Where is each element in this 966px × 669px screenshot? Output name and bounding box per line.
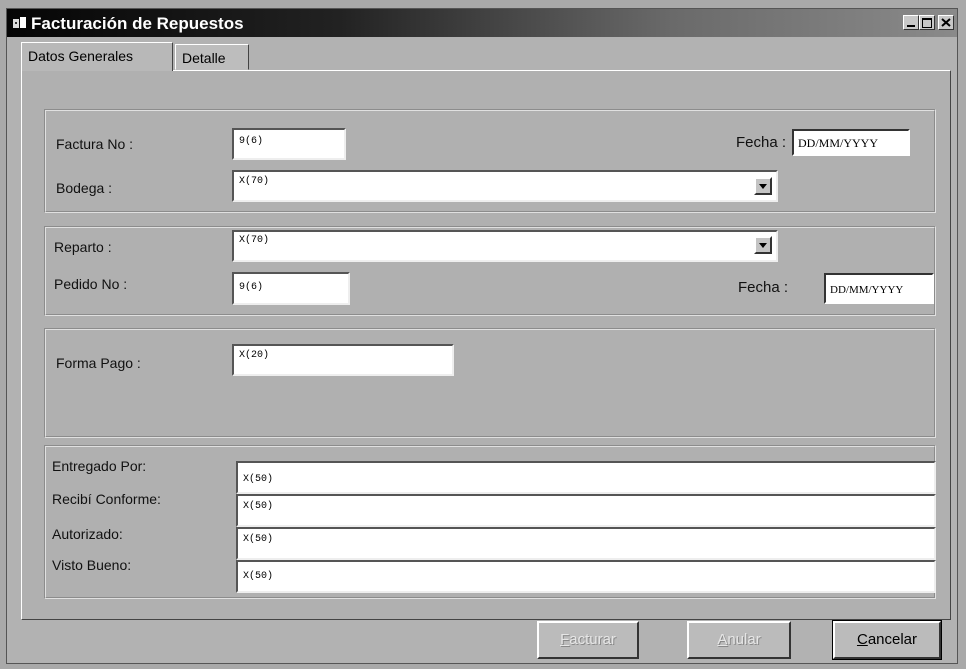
- pedido-field[interactable]: 9(6): [232, 272, 350, 305]
- facturar-accel: F: [560, 631, 570, 648]
- tab-detalle[interactable]: Detalle: [175, 44, 249, 70]
- anular-button[interactable]: Anular: [687, 621, 791, 659]
- maximize-icon: [922, 18, 932, 28]
- window-title: Facturación de Repuestos: [31, 14, 244, 33]
- close-icon: [941, 18, 951, 27]
- entregado-field[interactable]: X(50): [236, 461, 936, 494]
- cancelar-accel: C: [856, 631, 868, 648]
- group-forma-pago: Forma Pago : X(20): [44, 328, 936, 438]
- visto-bueno-label: Visto Bueno:: [52, 557, 132, 573]
- bodega-combo[interactable]: X(70): [232, 170, 778, 202]
- factura-field[interactable]: 9(6): [232, 128, 346, 160]
- reparto-label: Reparto :: [54, 239, 112, 255]
- autorizado-label: Autorizado:: [52, 526, 123, 542]
- fecha-factura-field[interactable]: DD/MM/YYYY: [792, 129, 910, 156]
- forma-pago-label: Forma Pago :: [56, 355, 141, 371]
- anular-label: nular: [727, 631, 761, 648]
- minimize-button[interactable]: [903, 15, 919, 30]
- cancelar-label: ancelar: [867, 631, 918, 648]
- pedido-label: Pedido No :: [54, 276, 128, 292]
- tab-datos-generales[interactable]: Datos Generales: [21, 42, 173, 71]
- group-firmas: Entregado Por: X(50) Recibí Conforme: X(…: [44, 445, 936, 599]
- facturar-button[interactable]: Facturar: [537, 621, 639, 659]
- forma-pago-field[interactable]: X(20): [232, 344, 454, 376]
- recibi-label: Recibí Conforme:: [52, 491, 161, 507]
- close-button[interactable]: [938, 15, 954, 30]
- factura-label: Factura No :: [56, 136, 134, 152]
- visto-bueno-field[interactable]: X(50): [236, 560, 936, 593]
- maximize-button[interactable]: [919, 15, 935, 30]
- tab-label: Detalle: [182, 50, 226, 66]
- anular-accel: A: [717, 631, 728, 648]
- autorizado-field[interactable]: X(50): [236, 527, 936, 560]
- app-icon: [13, 17, 26, 28]
- tab-label: Datos Generales: [28, 48, 134, 64]
- recibi-field[interactable]: X(50): [236, 494, 936, 527]
- cancelar-button[interactable]: Cancelar: [832, 620, 942, 660]
- title-bar[interactable]: Facturación de Repuestos: [7, 9, 957, 37]
- fecha-label: Fecha :: [736, 134, 787, 151]
- main-window: Facturación de Repuestos Datos Generales…: [6, 8, 958, 664]
- bodega-label: Bodega :: [56, 180, 113, 196]
- dropdown-arrow-icon[interactable]: [754, 177, 772, 195]
- group-reparto: Reparto : X(70) Pedido No : 9(6) Fecha :…: [44, 226, 936, 316]
- facturar-label: acturar: [569, 631, 616, 648]
- reparto-combo[interactable]: X(70): [232, 230, 778, 262]
- dropdown-arrow-icon[interactable]: [754, 236, 772, 254]
- fecha-pedido-field[interactable]: DD/MM/YYYY: [824, 273, 934, 304]
- group-factura: Factura No : 9(6) Fecha : DD/MM/YYYY Bod…: [44, 109, 936, 213]
- fecha-pedido-label: Fecha :: [738, 279, 789, 296]
- tab-panel-datos-generales: Factura No : 9(6) Fecha : DD/MM/YYYY Bod…: [21, 70, 951, 620]
- entregado-label: Entregado Por:: [52, 458, 147, 474]
- minimize-icon: [907, 25, 915, 27]
